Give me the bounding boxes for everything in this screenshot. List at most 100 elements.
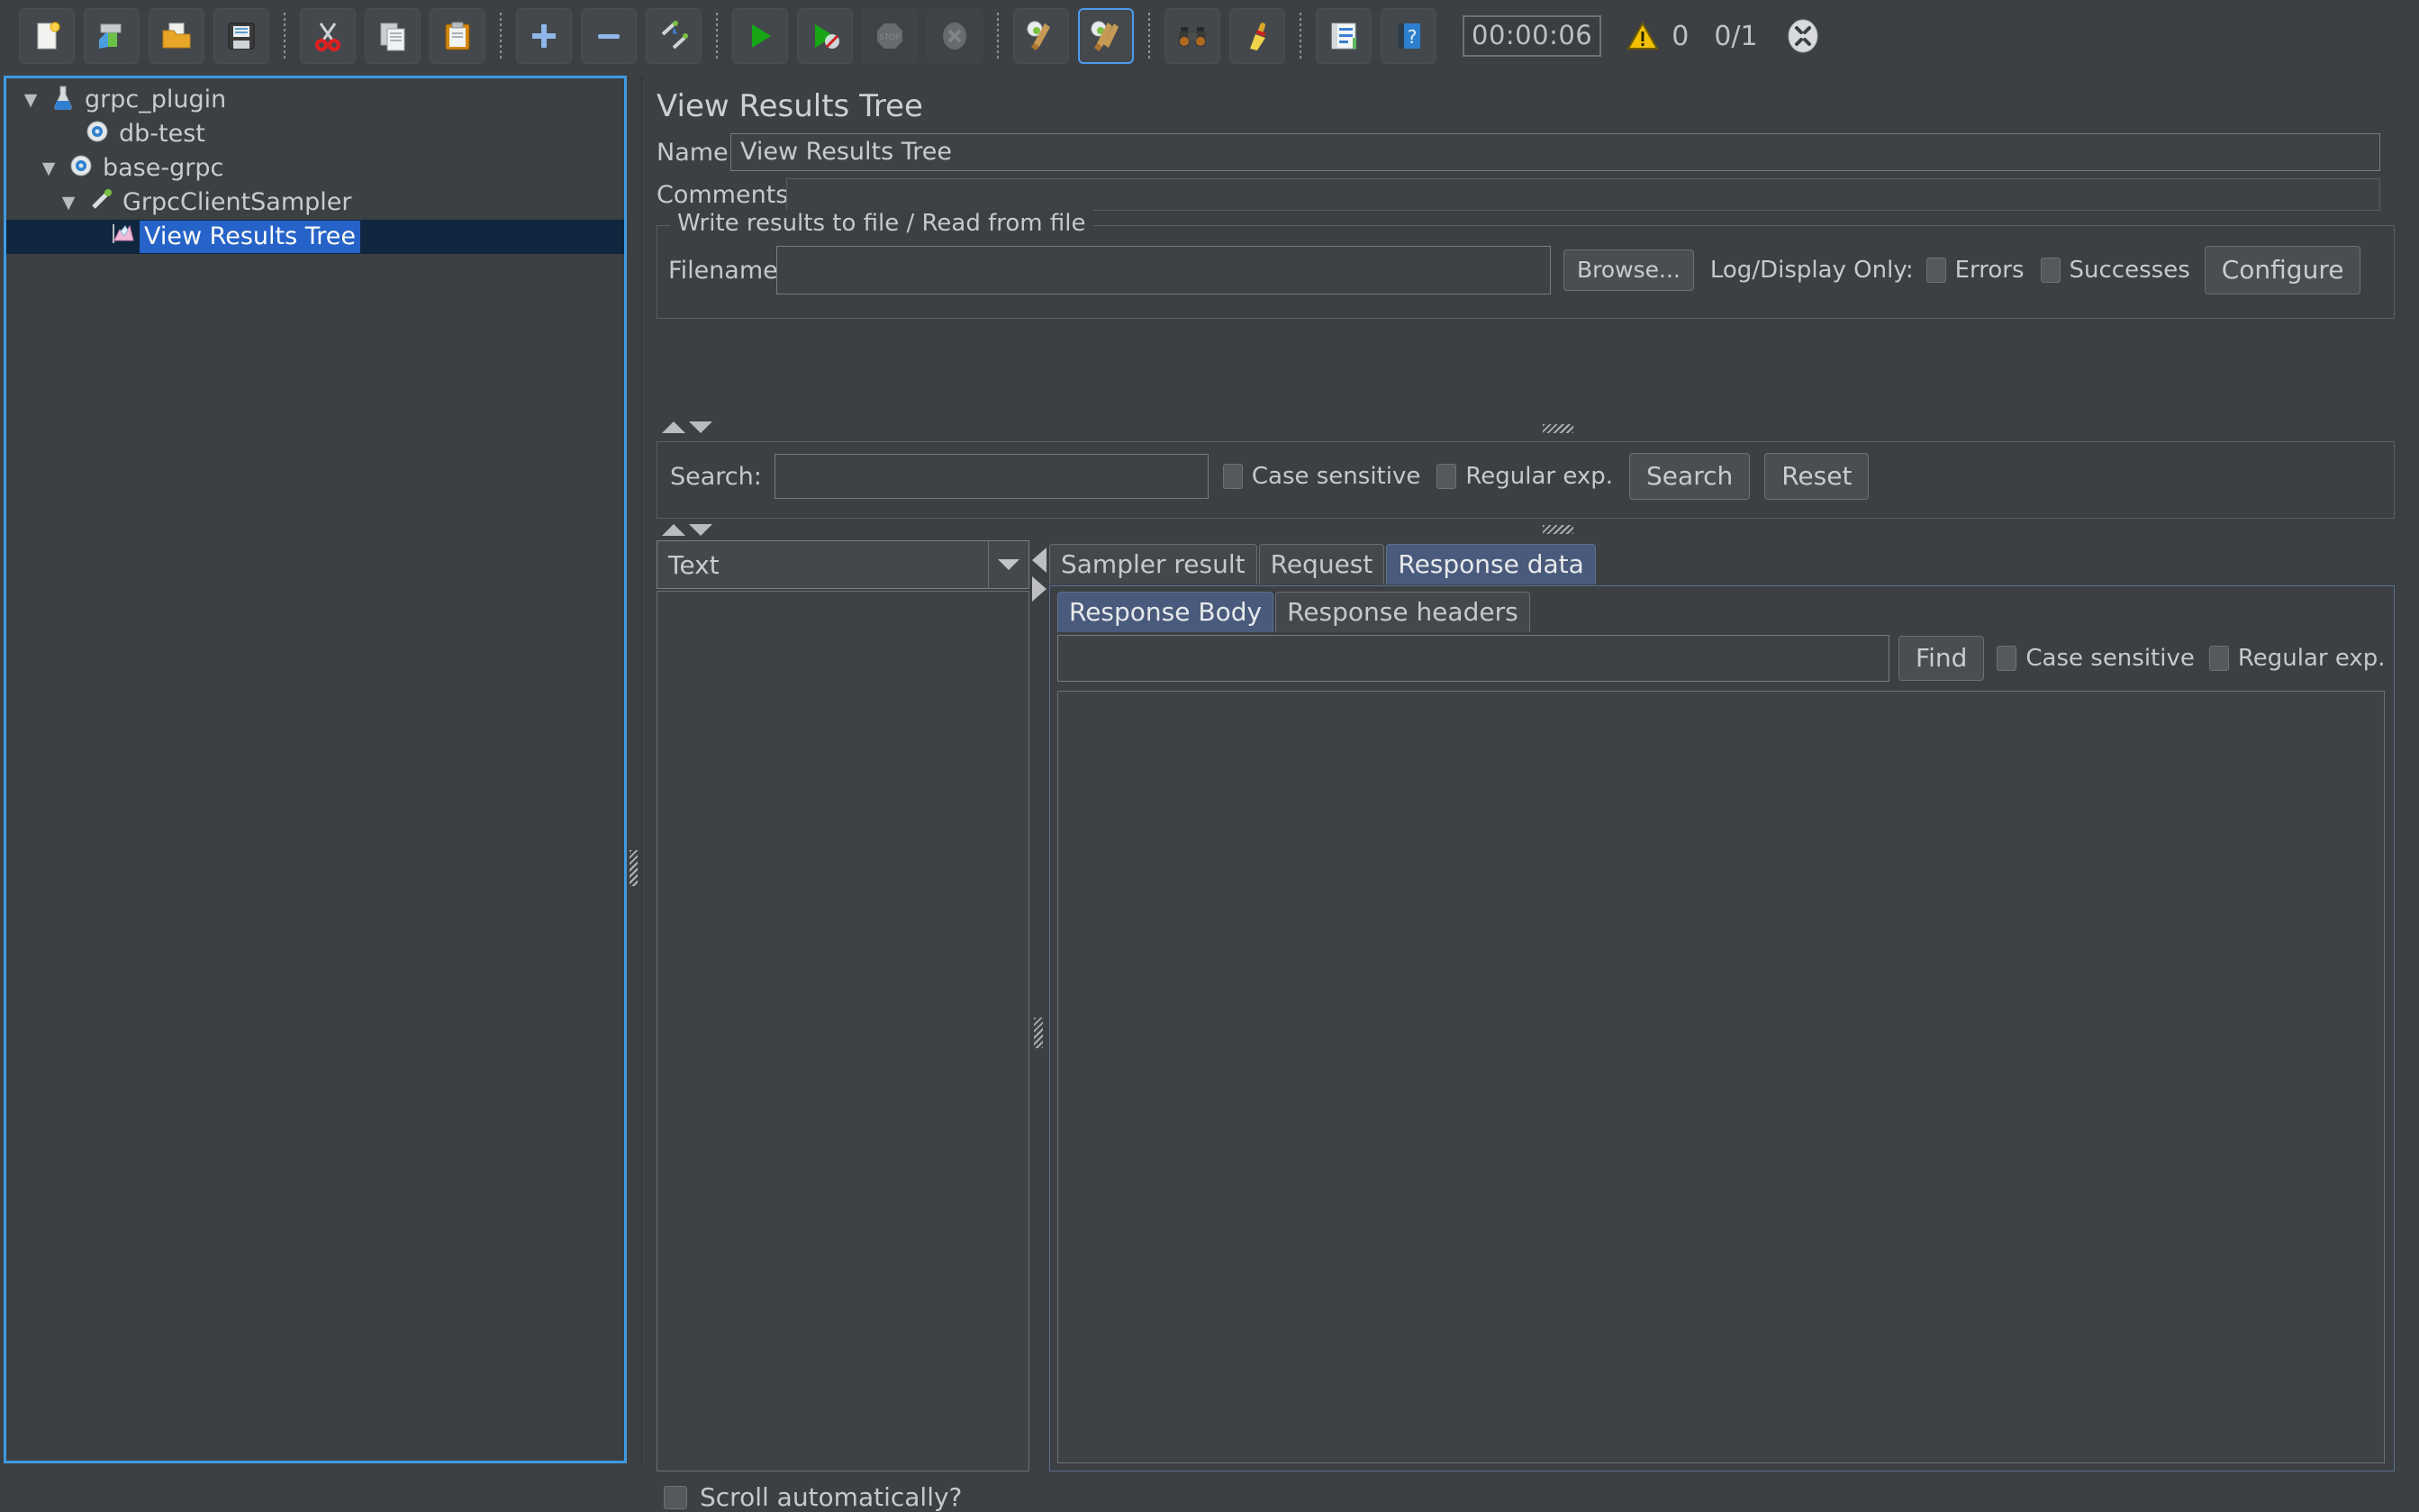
results-split-grip[interactable] [1034,1018,1043,1048]
results-list[interactable] [657,591,1029,1471]
errors-label: Errors [1955,257,2025,284]
errors-checkbox[interactable] [1926,258,1946,283]
clear-all-button[interactable] [1078,8,1134,64]
filename-input[interactable] [776,246,1551,294]
scroll-automatically-checkbox[interactable] [664,1486,687,1509]
tab-response-data[interactable]: Response data [1386,544,1595,584]
split-collapse-right-icon[interactable] [1032,576,1046,602]
configure-button[interactable]: Configure [2205,246,2361,294]
cut-button[interactable] [300,8,356,64]
find-input[interactable] [1057,635,1889,682]
results-split-divider[interactable] [1031,540,1047,1477]
successes-checkbox[interactable] [2041,258,2061,283]
thread-indicator [1783,16,1823,56]
tab-sampler-result[interactable]: Sampler result [1049,544,1257,584]
toolbar-separator [1300,13,1301,59]
collapse-all-button[interactable] [581,8,637,64]
search-label: Search: [670,463,762,491]
subtab-response-headers[interactable]: Response headers [1275,592,1530,632]
name-input[interactable]: View Results Tree [730,133,2380,171]
split-grip[interactable] [630,850,638,886]
play-no-pauses-icon [809,20,841,52]
search-regular-exp-label: Regular exp. [1465,463,1613,490]
search-submit-button[interactable]: Search [1629,453,1750,500]
log-display-label: Log/Display Only: [1710,257,1914,284]
result-tabs[interactable]: Sampler result Request Response data [1049,544,1596,584]
find-regular-exp-checkbox[interactable] [2209,646,2229,671]
tree-item-test-plan[interactable]: ▼ grpc_plugin [6,83,624,117]
toolbar-separator [716,13,718,59]
tab-request[interactable]: Request [1259,544,1385,584]
help-button[interactable]: ? [1381,8,1436,64]
search-case-sensitive-checkbox[interactable] [1223,464,1243,489]
tree-item-label: grpc_plugin [80,84,231,116]
shutdown-button[interactable] [927,8,983,64]
collapse-up-icon[interactable] [662,421,685,433]
find-button[interactable]: Find [1898,636,1984,681]
subtab-response-body[interactable]: Response Body [1057,592,1273,632]
search-case-sensitive-label: Case sensitive [1252,463,1420,490]
split-collapse-left-icon[interactable] [1032,548,1046,573]
flask-icon [46,85,80,115]
find-case-sensitive-checkbox[interactable] [1997,646,2016,671]
find-case-sensitive-label: Case sensitive [2025,645,2194,672]
tree-item-grpc-client-sampler[interactable]: ▼ GrpcClientSampler [6,186,624,220]
collapse-up-icon[interactable] [662,524,685,536]
paste-button[interactable] [430,8,485,64]
main-split-divider[interactable] [628,76,640,1463]
save-button[interactable] [213,8,269,64]
toggle-button[interactable] [646,8,702,64]
binoculars-icon [1176,20,1209,52]
view-results-tree-panel: View Results Tree Name: View Results Tre… [641,76,2412,1463]
response-body-textarea[interactable] [1057,691,2385,1463]
copy-button[interactable] [365,8,421,64]
start-button[interactable] [732,8,788,64]
search-input[interactable] [775,454,1209,499]
successes-label: Successes [2070,257,2190,284]
results-panel-grip-top[interactable] [1543,525,1573,534]
pipette-icon [84,187,118,218]
search-panel-grip-top[interactable] [1543,424,1573,433]
tree-twisty-icon[interactable]: ▼ [33,158,64,178]
name-label: Name: [657,139,721,167]
reset-search-button[interactable] [1229,8,1285,64]
test-plan-tree[interactable]: ▼ grpc_plugin db-test ▼ base-grpc ▼ [4,76,627,1463]
templates-button[interactable] [84,8,140,64]
response-subtabs[interactable]: Response Body Response headers [1057,592,1530,632]
clear-button[interactable] [1013,8,1069,64]
file-section-collapsers[interactable] [662,421,712,433]
new-test-plan-button[interactable] [19,8,75,64]
tree-twisty-icon[interactable]: ▼ [53,193,84,213]
browse-button[interactable]: Browse... [1563,249,1694,291]
expand-all-button[interactable] [516,8,572,64]
templates-icon [95,20,128,52]
tree-item-base-grpc[interactable]: ▼ base-grpc [6,151,624,186]
comments-label: Comments: [657,181,784,209]
search-reset-button[interactable]: Reset [1764,453,1869,500]
tree-twisty-icon[interactable]: ▼ [15,90,46,110]
search-section-collapsers[interactable] [662,524,712,536]
scroll-auto-row: Scroll automatically? [664,1482,962,1512]
collapse-down-icon[interactable] [689,524,712,536]
search-regular-exp-checkbox[interactable] [1436,464,1456,489]
warning-count: 0 [1672,21,1689,52]
clipboard-paste-icon [441,20,474,52]
start-no-pauses-button[interactable] [797,8,853,64]
function-helper-button[interactable] [1316,8,1372,64]
find-row: Find Case sensitive Regular exp. [1057,635,2386,682]
renderer-combo[interactable]: Text [657,540,1029,589]
tree-item-label: base-grpc [98,152,228,185]
chevron-down-icon[interactable] [988,541,1028,588]
tree-item-db-test[interactable]: db-test [6,117,624,151]
folder-open-icon [160,20,193,52]
tree-item-view-results-tree[interactable]: View Results Tree [6,220,624,254]
stop-button[interactable]: STOP [862,8,918,64]
warning-status[interactable]: 0 [1626,21,1689,52]
minus-icon [593,20,625,52]
comments-input[interactable] [786,178,2380,211]
open-button[interactable] [149,8,204,64]
threads-icon [1783,16,1823,56]
collapse-down-icon[interactable] [689,421,712,433]
search-button[interactable] [1164,8,1220,64]
find-regular-exp-label: Regular exp. [2238,645,2386,672]
